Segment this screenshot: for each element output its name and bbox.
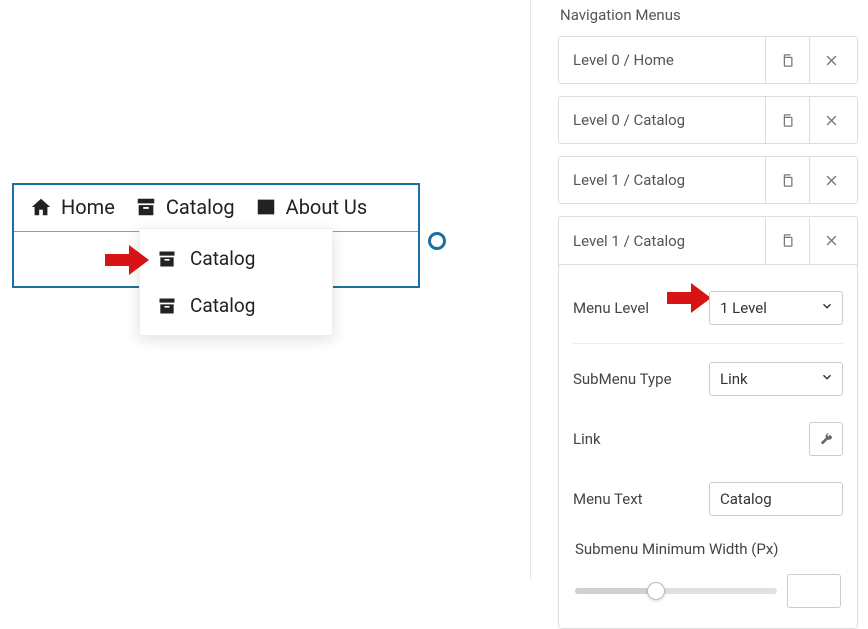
submenu-item[interactable]: Catalog xyxy=(140,282,332,329)
menu-card-label: Level 1 / Catalog xyxy=(573,171,765,189)
form-row-link: Link xyxy=(573,414,843,474)
archive-icon xyxy=(156,295,178,317)
nav-item-catalog[interactable]: Catalog xyxy=(125,193,245,221)
selection-handle[interactable] xyxy=(428,232,446,250)
menu-level-select[interactable]: 1 Level xyxy=(709,291,843,325)
wrench-icon xyxy=(819,432,834,447)
submenu-item-label: Catalog xyxy=(190,294,255,317)
nav-item-about[interactable]: About Us xyxy=(245,193,378,221)
close-icon xyxy=(824,113,839,128)
home-icon xyxy=(30,196,52,218)
menu-text-input[interactable] xyxy=(709,482,843,516)
select-value: Link xyxy=(720,370,748,388)
form-row-min-width: Submenu Minimum Width (Px) xyxy=(573,534,843,618)
nav-item-label: About Us xyxy=(286,195,368,219)
submenu-item-label: Catalog xyxy=(190,247,255,270)
nav-item-label: Home xyxy=(61,195,115,219)
submenu-item[interactable]: Catalog xyxy=(140,235,332,282)
link-settings-button[interactable] xyxy=(809,422,843,456)
slider-thumb[interactable] xyxy=(647,582,665,600)
duplicate-button[interactable] xyxy=(765,97,809,143)
menu-card-label: Level 0 / Catalog xyxy=(573,111,765,129)
select-value: 1 Level xyxy=(720,299,767,317)
duplicate-icon xyxy=(780,113,795,128)
duplicate-icon xyxy=(780,233,795,248)
menu-card-label: Level 1 / Catalog xyxy=(573,232,765,250)
sidebar-title: Navigation Menus xyxy=(558,0,858,36)
delete-button[interactable] xyxy=(809,218,853,264)
divider xyxy=(530,0,531,579)
chevron-down-icon xyxy=(820,370,834,388)
menu-card[interactable]: Level 1 / Catalog xyxy=(558,156,858,204)
field-label: Submenu Minimum Width (Px) xyxy=(575,540,841,558)
annotation-arrow-icon xyxy=(667,283,713,311)
field-label: Link xyxy=(573,430,809,448)
min-width-input[interactable] xyxy=(787,574,841,608)
close-icon xyxy=(824,53,839,68)
min-width-slider[interactable] xyxy=(575,588,777,594)
duplicate-button[interactable] xyxy=(765,157,809,203)
preview-submenu: Catalog Catalog xyxy=(139,228,333,336)
field-label: Menu Text xyxy=(573,490,709,508)
contact-card-icon xyxy=(255,196,277,218)
archive-icon xyxy=(156,248,178,270)
navbar-row: Home Catalog About Us xyxy=(14,185,418,232)
duplicate-icon xyxy=(780,53,795,68)
menu-card[interactable]: Level 0 / Catalog xyxy=(558,96,858,144)
form-row-menu-level: Menu Level 1 Level xyxy=(573,283,843,344)
submenu-type-select[interactable]: Link xyxy=(709,362,843,396)
form-row-menu-text: Menu Text xyxy=(573,474,843,534)
settings-sidebar: Navigation Menus Level 0 / Home Level 0 … xyxy=(550,0,868,579)
delete-button[interactable] xyxy=(809,37,853,83)
delete-button[interactable] xyxy=(809,157,853,203)
menu-card[interactable]: Level 0 / Home xyxy=(558,36,858,84)
close-icon xyxy=(824,233,839,248)
archive-icon xyxy=(135,196,157,218)
slider-fill xyxy=(575,588,656,594)
menu-detail-panel: Menu Level 1 Level SubMenu Type Link Lin… xyxy=(558,264,858,629)
delete-button[interactable] xyxy=(809,97,853,143)
nav-item-label: Catalog xyxy=(166,195,235,219)
form-row-submenu-type: SubMenu Type Link xyxy=(573,354,843,414)
duplicate-icon xyxy=(780,173,795,188)
duplicate-button[interactable] xyxy=(765,218,809,264)
menu-card-active[interactable]: Level 1 / Catalog xyxy=(558,216,858,264)
nav-item-home[interactable]: Home xyxy=(20,193,125,221)
field-label: SubMenu Type xyxy=(573,370,709,388)
editor-canvas: Home Catalog About Us Catalog xyxy=(0,0,530,579)
menu-card-label: Level 0 / Home xyxy=(573,51,765,69)
close-icon xyxy=(824,173,839,188)
duplicate-button[interactable] xyxy=(765,37,809,83)
chevron-down-icon xyxy=(820,299,834,317)
annotation-arrow-icon xyxy=(105,245,151,273)
